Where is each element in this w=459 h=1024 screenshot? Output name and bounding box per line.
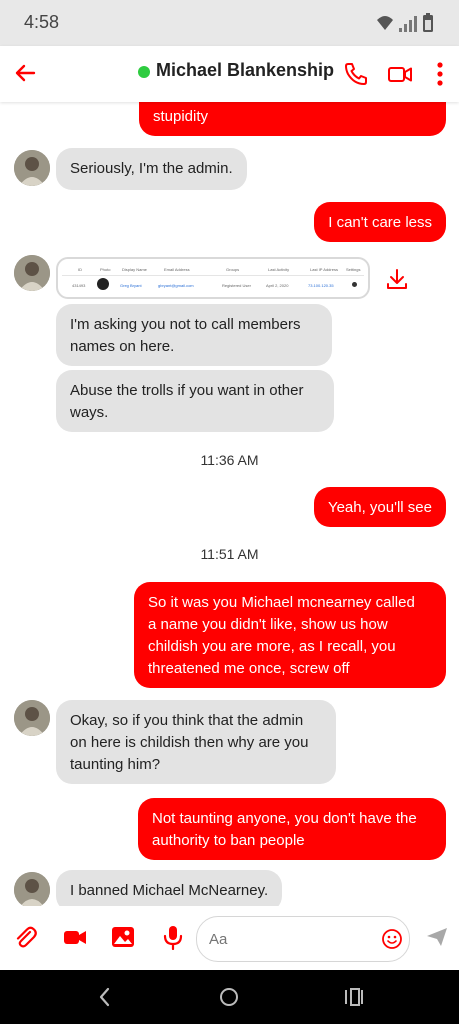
status-icons (377, 13, 433, 32)
more-options-icon[interactable] (426, 60, 454, 88)
cell: gbryant@gmail.com (158, 283, 194, 288)
message-input[interactable] (196, 916, 410, 962)
conversation-header: Michael Blankenship (0, 46, 459, 102)
cell: April 2, 2020 (266, 283, 289, 288)
message-bubble-incoming[interactable]: I banned Michael McNearney. (56, 870, 283, 906)
message-text: I can't care less (328, 214, 432, 231)
col-header: Groups (226, 267, 240, 272)
message-bubble-outgoing[interactable]: I can't care less (314, 202, 446, 242)
message-bubble-incoming[interactable]: I'm asking you not to call members names… (56, 304, 332, 366)
contact-avatar[interactable] (14, 872, 50, 906)
contact-avatar[interactable] (14, 255, 50, 291)
system-nav-bar (0, 970, 459, 1024)
message-text-line: So it was you Michael mcnearney called (148, 594, 415, 611)
back-arrow-icon[interactable] (12, 60, 38, 86)
message-bubble-incoming[interactable]: Seriously, I'm the admin. (56, 148, 247, 190)
status-time: 4:58 (24, 12, 60, 32)
video-camera-icon[interactable] (62, 924, 88, 950)
col-header: Email Address (164, 267, 190, 272)
nav-back-icon[interactable] (92, 984, 118, 1010)
col-header: Display Name (122, 267, 147, 272)
message-text: names on here. (70, 338, 175, 355)
avatar-image (14, 255, 50, 291)
message-bubble-outgoing[interactable]: So it was you Michael mcnearney called a… (134, 582, 446, 688)
emoji-smile-icon[interactable] (381, 928, 403, 950)
message-text: I'm asking you not to call members (70, 316, 301, 333)
cell: Greg Bryant (120, 283, 142, 288)
status-bar: 4:58 (0, 0, 459, 46)
message-text-line: childish you are more, as I recall, you (148, 638, 396, 655)
user-photo (97, 278, 109, 290)
message-list[interactable]: stupidity Seriously, I'm the admin. I ca… (0, 102, 459, 906)
message-text: I banned Michael McNearney. (70, 882, 269, 899)
message-text: stupidity (153, 108, 209, 125)
nav-home-icon[interactable] (216, 984, 242, 1010)
attachment-paperclip-icon[interactable] (12, 924, 38, 950)
col-header: Last IP Address (310, 267, 338, 272)
col-header: Last Activity (268, 267, 290, 272)
avatar-image (14, 150, 50, 186)
message-bubble-outgoing[interactable]: Not taunting anyone, you don't have the … (138, 798, 446, 860)
cell: 73.100.120.35 (308, 283, 334, 288)
gallery-image-icon[interactable] (110, 924, 136, 950)
video-call-icon[interactable] (386, 60, 414, 88)
message-text: Abuse the trolls if you want in other (70, 382, 304, 399)
cell: 431493 (72, 283, 86, 288)
message-text-line: threatened me once, screw off (148, 660, 350, 677)
message-bubble-incoming[interactable]: Okay, so if you think that the admin on … (56, 700, 336, 784)
message-text-line: Okay, so if you think that the admin (70, 712, 304, 729)
message-text: ways. (70, 404, 109, 421)
message-bubble-outgoing[interactable]: stupidity (139, 102, 446, 136)
message-bubble-outgoing[interactable]: Yeah, you'll see (313, 487, 446, 527)
avatar-image (14, 872, 50, 906)
message-text-line: on here is childish then why are you (70, 734, 309, 751)
col-header: ID (78, 267, 82, 272)
online-status-dot (138, 66, 150, 78)
cell: Registered User (222, 283, 251, 288)
message-bubble-incoming[interactable]: Abuse the trolls if you want in other wa… (56, 370, 334, 432)
divider (62, 275, 364, 276)
timestamp: 11:51 AM (200, 546, 259, 562)
message-text-line: taunting him? (70, 756, 161, 773)
send-icon[interactable] (424, 924, 450, 950)
message-text-line: Not taunting anyone, you don't have the (152, 810, 417, 827)
image-attachment[interactable]: ID Photo Display Name Email Address Grou… (56, 257, 370, 299)
message-composer (0, 906, 459, 970)
phone-call-icon[interactable] (342, 60, 370, 88)
download-icon[interactable] (385, 267, 409, 291)
contact-avatar[interactable] (14, 700, 50, 736)
col-header: Settings (346, 267, 361, 272)
settings-gear-icon (352, 282, 357, 287)
contact-avatar[interactable] (14, 150, 50, 186)
contact-name[interactable]: Michael Blankenship (156, 60, 334, 81)
col-header: Photo (100, 267, 111, 272)
nav-recents-icon[interactable] (340, 984, 366, 1010)
message-text-line: authority to ban people (152, 832, 305, 849)
message-text: Seriously, I'm the admin. (70, 160, 233, 177)
message-text: Yeah, you'll see (327, 499, 432, 516)
message-text-line: a name you didn't like, show us how (148, 616, 388, 633)
avatar-image (14, 700, 50, 736)
microphone-icon[interactable] (160, 924, 186, 950)
timestamp: 11:36 AM (200, 452, 259, 468)
